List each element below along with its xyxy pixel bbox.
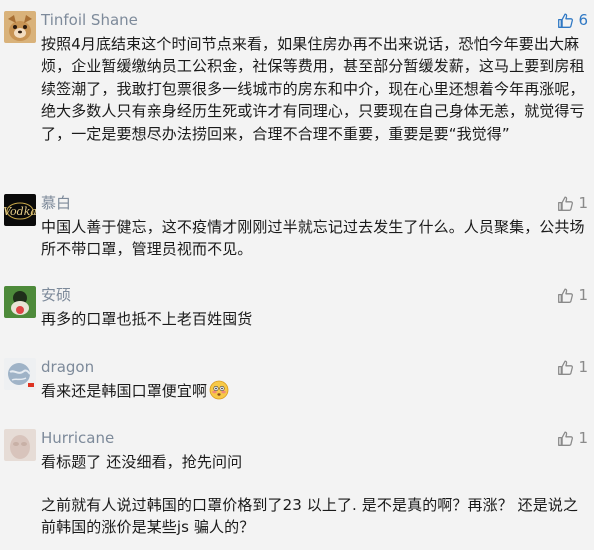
vodka-logo-avatar: Vodka — [4, 194, 36, 226]
like-button[interactable]: 1 — [557, 429, 588, 447]
nickname[interactable]: Tinfoil Shane — [41, 11, 138, 29]
svg-text:Vodka: Vodka — [4, 205, 36, 218]
comment-text-paragraph: 之前就有人说过韩国的口罩价格到了23 以上了. 是不是真的啊？再涨？ 还是说之前… — [41, 496, 579, 537]
thumbs-up-icon — [558, 430, 574, 446]
like-count: 1 — [578, 429, 588, 447]
nickname[interactable]: 安硕 — [41, 286, 71, 304]
comment-text: 看来还是韩国口罩便宜啊 — [41, 380, 591, 406]
avatar[interactable]: Vodka — [4, 194, 36, 226]
comment-text: 看标题了 还没细看，抢先问问 — [41, 453, 243, 471]
nickname[interactable]: dragon — [41, 358, 94, 376]
comment-item: Hurricane 1 看标题了 还没细看，抢先问问 之前就有人说过韩国的口罩价… — [0, 429, 594, 547]
like-button[interactable]: 1 — [557, 194, 588, 212]
dog-photo-avatar — [4, 11, 36, 43]
avatar[interactable] — [4, 286, 36, 318]
avatar[interactable] — [4, 11, 36, 43]
avatar[interactable] — [4, 358, 36, 390]
nickname[interactable]: 慕白 — [41, 194, 71, 212]
like-count: 1 — [578, 194, 588, 212]
comment-text-body: 看来还是韩国口罩便宜啊 — [41, 382, 208, 400]
flushed-face-emoji — [209, 380, 229, 406]
comment-item: Vodka 慕白 1 中国人善于健忘，这不疫情才刚刚过半就忘记过去发生了什么。人… — [0, 194, 594, 274]
comment-item: Tinfoil Shane 6 按照4月底结束这个时间节点来看，如果住房办再不出… — [0, 11, 594, 186]
like-count: 6 — [578, 11, 588, 29]
comment-text: 中国人善于健忘，这不疫情才刚刚过半就忘记过去发生了什么。人员聚集，公共场所不带口… — [41, 218, 585, 259]
like-button[interactable]: 1 — [557, 358, 588, 376]
comment-text: 再多的口罩也抵不上老百姓囤货 — [41, 310, 253, 328]
thumbs-up-icon — [558, 12, 574, 28]
globe-avatar — [4, 358, 36, 390]
pale-photo-avatar — [4, 429, 36, 461]
thumbs-up-icon — [558, 359, 574, 375]
like-count: 1 — [578, 358, 588, 376]
thumbs-up-icon — [558, 195, 574, 211]
like-count: 1 — [578, 286, 588, 304]
masked-person-avatar — [4, 286, 36, 318]
like-button[interactable]: 1 — [557, 286, 588, 304]
like-button[interactable]: 6 — [557, 11, 588, 29]
nickname[interactable]: Hurricane — [41, 429, 114, 447]
thumbs-up-icon — [558, 287, 574, 303]
comment-item: 安硕 1 再多的口罩也抵不上老百姓囤货 — [0, 286, 594, 336]
avatar[interactable] — [4, 429, 36, 461]
comment-text: 按照4月底结束这个时间节点来看，如果住房办再不出来说话，恐怕今年要出大麻烦，企业… — [41, 35, 585, 143]
comment-item: dragon 1 看来还是韩国口罩便宜啊 — [0, 358, 594, 408]
